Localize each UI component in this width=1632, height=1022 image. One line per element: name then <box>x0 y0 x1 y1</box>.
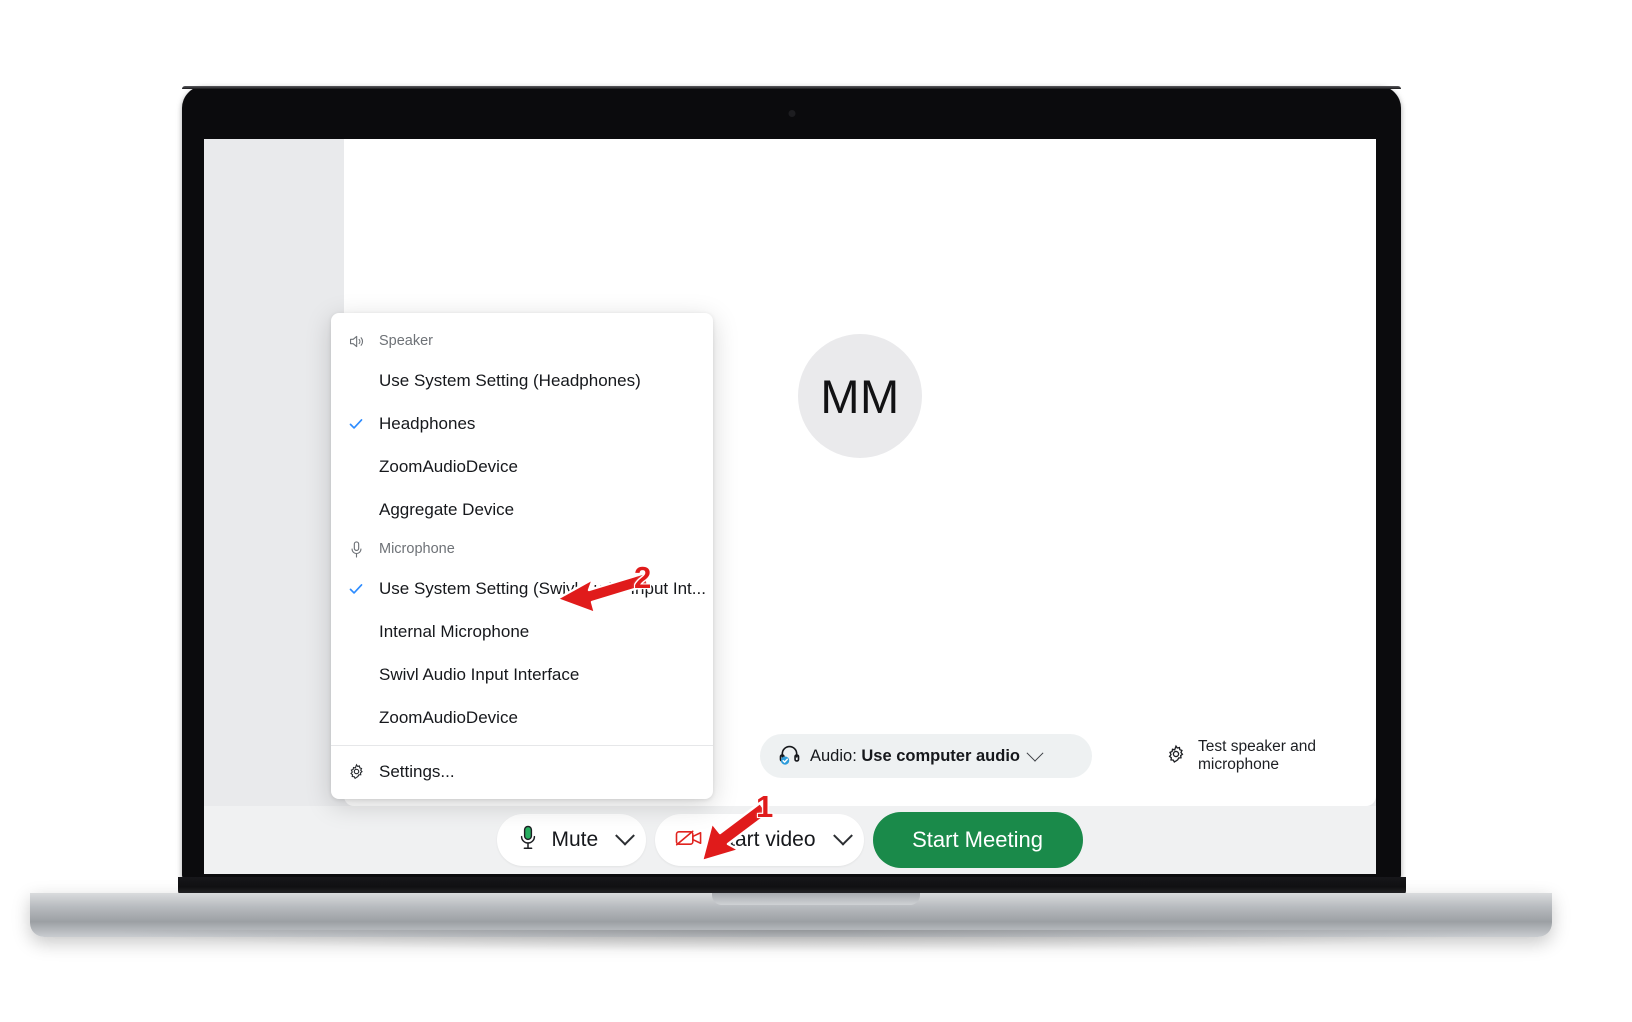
annotation-number-2: 2 <box>634 560 652 595</box>
dropdown-settings-item[interactable]: Settings... <box>331 750 713 793</box>
chevron-down-icon <box>1026 744 1044 762</box>
test-speaker-microphone-link[interactable]: Test speaker and microphone <box>1166 738 1376 774</box>
avatar: MM <box>798 334 922 458</box>
start-meeting-button[interactable]: Start Meeting <box>872 812 1083 868</box>
dropdown-section-speaker: Speaker <box>331 323 713 359</box>
dropdown-divider <box>331 745 713 746</box>
mute-button[interactable]: Mute <box>497 814 647 866</box>
laptop-shadow <box>120 930 1500 952</box>
microphone-option-1[interactable]: Internal Microphone <box>331 610 713 653</box>
speaker-option-label: ZoomAudioDevice <box>379 456 518 476</box>
headset-check-icon <box>778 742 801 770</box>
start-video-button-label: Start video <box>715 828 816 851</box>
mute-button-label: Mute <box>551 828 599 851</box>
speaker-icon <box>347 333 365 350</box>
microphone-option-0[interactable]: Use System Setting (Swivl Audio Input In… <box>331 567 713 610</box>
microphone-icon <box>517 825 539 856</box>
start-video-dropdown-caret[interactable] <box>828 825 858 855</box>
microphone-option-3[interactable]: ZoomAudioDevice <box>331 696 713 739</box>
microphone-icon <box>347 540 365 558</box>
microphone-option-2[interactable]: Swivl Audio Input Interface <box>331 653 713 696</box>
dropdown-section-microphone-label: Microphone <box>379 541 455 557</box>
video-off-icon <box>675 827 703 854</box>
speaker-option-3[interactable]: Aggregate Device <box>331 488 713 531</box>
microphone-option-label: Use System Setting (Swivl Audio Input In… <box>379 578 706 598</box>
speaker-option-label: Use System Setting (Headphones) <box>379 370 641 390</box>
gear-icon <box>347 763 365 780</box>
audio-device-dropdown: Speaker Use System Setting (Headphones) … <box>331 313 713 799</box>
lid-highlight <box>182 86 1401 89</box>
dropdown-settings-label: Settings... <box>379 761 455 781</box>
audio-selector-label: Audio: Use computer audio <box>810 747 1020 766</box>
annotation-number-1: 1 <box>756 789 774 824</box>
speaker-option-label: Headphones <box>379 413 476 433</box>
chevron-down-icon <box>615 825 636 846</box>
audio-value: Use computer audio <box>861 746 1020 765</box>
laptop-deck-notch <box>712 893 920 905</box>
microphone-option-label: Swivl Audio Input Interface <box>379 664 580 684</box>
chevron-down-icon <box>832 825 853 846</box>
microphone-option-label: Internal Microphone <box>379 621 530 641</box>
speaker-option-2[interactable]: ZoomAudioDevice <box>331 445 713 488</box>
webcam-icon <box>788 110 795 117</box>
laptop-screen: MM Audio: Use computer audio Test speake… <box>204 139 1376 874</box>
avatar-initials: MM <box>820 369 900 423</box>
laptop-mockup: MM Audio: Use computer audio Test speake… <box>0 0 1632 1022</box>
test-speaker-microphone-label: Test speaker and microphone <box>1198 738 1317 773</box>
audio-prefix: Audio: <box>810 746 862 765</box>
check-icon <box>347 416 365 432</box>
gear-icon <box>1166 744 1186 769</box>
speaker-option-label: Aggregate Device <box>379 499 515 519</box>
audio-selector-button[interactable]: Audio: Use computer audio <box>760 734 1092 778</box>
dropdown-section-speaker-label: Speaker <box>379 333 434 349</box>
speaker-option-0[interactable]: Use System Setting (Headphones) <box>331 359 713 402</box>
check-icon <box>347 581 365 597</box>
speaker-option-1[interactable]: Headphones <box>331 402 713 445</box>
microphone-option-label: ZoomAudioDevice <box>379 707 518 727</box>
meeting-toolbar: Mute Start video Start Meeting <box>204 806 1376 874</box>
mute-dropdown-caret[interactable] <box>610 825 640 855</box>
dropdown-section-microphone: Microphone <box>331 531 713 567</box>
